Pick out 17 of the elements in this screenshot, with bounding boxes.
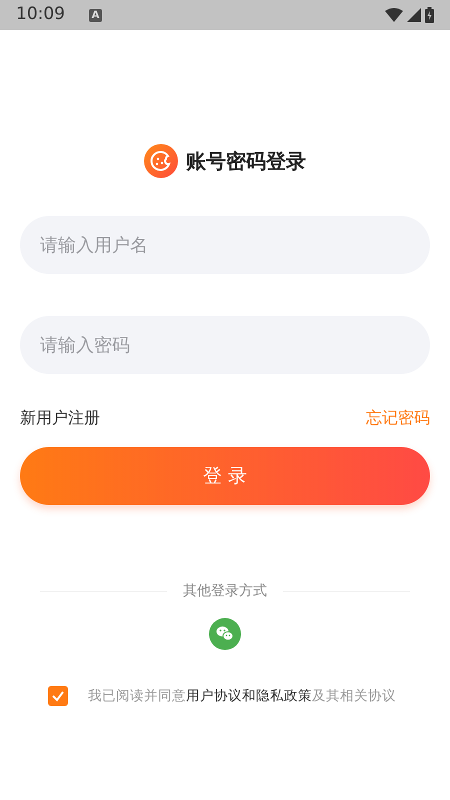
wechat-icon[interactable] [209, 618, 241, 650]
agree-checkbox[interactable] [48, 686, 68, 706]
register-link[interactable]: 新用户注册 [20, 406, 100, 430]
section-label: 其他登录方式 [183, 582, 267, 601]
logo-icon [144, 144, 178, 178]
notification-icon: A [89, 8, 102, 22]
username-field[interactable]: 请输入用户名 [20, 216, 430, 274]
agreement-text: 我已阅读并同意用户协议和隐私政策及其相关协议 [88, 687, 396, 706]
password-field[interactable]: 请输入密码 [20, 316, 430, 374]
privacy-policy-link[interactable]: 隐私政策 [256, 688, 312, 704]
check-icon [51, 689, 65, 704]
page-title: 账号密码登录 [186, 148, 306, 175]
wifi-icon [385, 8, 403, 22]
user-agreement-link[interactable]: 用户协议 [186, 688, 242, 704]
signal-icon [407, 8, 421, 22]
battery-icon [425, 7, 434, 23]
status-time: 10:09 [16, 3, 65, 26]
